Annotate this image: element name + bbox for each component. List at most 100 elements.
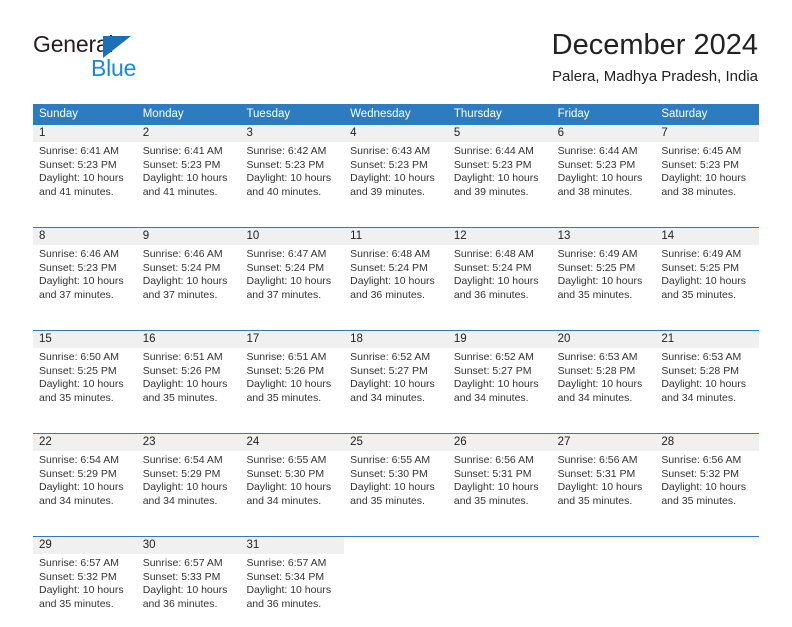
day-number[interactable]: 8 bbox=[33, 228, 137, 245]
daylight-text-line1: Daylight: 10 hours bbox=[246, 172, 332, 185]
day-number[interactable]: 4 bbox=[344, 125, 448, 142]
day-number[interactable]: 24 bbox=[240, 434, 344, 451]
day-cell[interactable]: Sunrise: 6:52 AM Sunset: 5:27 PM Daylight:… bbox=[448, 348, 552, 421]
day-cell[interactable]: Sunrise: 6:57 AM Sunset: 5:34 PM Daylight:… bbox=[240, 554, 344, 627]
day-cell[interactable]: Sunrise: 6:55 AM Sunset: 5:30 PM Daylight:… bbox=[240, 451, 344, 524]
day-cell[interactable]: Sunrise: 6:46 AM Sunset: 5:23 PM Daylight:… bbox=[33, 245, 137, 318]
day-cell[interactable]: Sunrise: 6:54 AM Sunset: 5:29 PM Daylight:… bbox=[33, 451, 137, 524]
logo-text-blue: Blue bbox=[91, 55, 137, 81]
day-number[interactable]: 21 bbox=[655, 331, 759, 348]
weekday-header-tuesday: Tuesday bbox=[246, 108, 291, 120]
daylight-text-line1: Daylight: 10 hours bbox=[453, 481, 539, 494]
daylight-text-line2: and 35 minutes. bbox=[557, 288, 633, 301]
day-cell[interactable]: Sunrise: 6:53 AM Sunset: 5:28 PM Daylight:… bbox=[552, 348, 656, 421]
page-subtitle: Palera, Madhya Pradesh, India bbox=[552, 68, 758, 85]
day-cell[interactable]: Sunrise: 6:45 AM Sunset: 5:23 PM Daylight:… bbox=[655, 142, 759, 215]
day-number[interactable]: 18 bbox=[344, 331, 448, 348]
day-number[interactable]: 23 bbox=[137, 434, 241, 451]
day-cell[interactable]: Sunrise: 6:49 AM Sunset: 5:25 PM Daylight:… bbox=[655, 245, 759, 318]
day-cell[interactable]: Sunrise: 6:42 AM Sunset: 5:23 PM Daylight:… bbox=[240, 142, 344, 215]
day-cell[interactable]: Sunrise: 6:51 AM Sunset: 5:26 PM Daylight:… bbox=[137, 348, 241, 421]
day-number[interactable]: 1 bbox=[33, 125, 137, 142]
day-cell[interactable]: Sunrise: 6:51 AM Sunset: 5:26 PM Daylight:… bbox=[240, 348, 344, 421]
day-cell[interactable]: Sunrise: 6:41 AM Sunset: 5:23 PM Daylight:… bbox=[33, 142, 137, 215]
week-spacer bbox=[33, 524, 759, 536]
sunset-text: Sunset: 5:27 PM bbox=[350, 364, 428, 377]
day-number[interactable]: 17 bbox=[240, 331, 344, 348]
day-cell[interactable]: Sunrise: 6:54 AM Sunset: 5:29 PM Daylight:… bbox=[137, 451, 241, 524]
day-number-empty bbox=[551, 537, 656, 554]
daylight-text-line1: Daylight: 10 hours bbox=[453, 378, 539, 391]
daylight-text-line1: Daylight: 10 hours bbox=[39, 275, 124, 288]
day-cell[interactable]: Sunrise: 6:44 AM Sunset: 5:23 PM Daylight:… bbox=[448, 142, 552, 215]
sunrise-text: Sunrise: 6:56 AM bbox=[661, 454, 742, 466]
day-cell[interactable]: Sunrise: 6:56 AM Sunset: 5:31 PM Daylight:… bbox=[552, 451, 656, 524]
sunset-text: Sunset: 5:26 PM bbox=[246, 364, 325, 377]
day-number[interactable]: 13 bbox=[552, 228, 656, 245]
day-number[interactable]: 16 bbox=[137, 331, 241, 348]
sunset-text: Sunset: 5:32 PM bbox=[39, 570, 117, 583]
day-number[interactable]: 7 bbox=[655, 125, 759, 142]
sunset-text: Sunset: 5:24 PM bbox=[142, 261, 221, 274]
day-cell[interactable]: Sunrise: 6:43 AM Sunset: 5:23 PM Daylight:… bbox=[344, 142, 448, 215]
day-cell[interactable]: Sunrise: 6:49 AM Sunset: 5:25 PM Daylight:… bbox=[552, 245, 656, 318]
day-number[interactable]: 19 bbox=[448, 331, 552, 348]
generalblue-logo[interactable]: General Blue bbox=[33, 31, 213, 83]
day-cell[interactable]: Sunrise: 6:55 AM Sunset: 5:30 PM Daylight:… bbox=[344, 451, 448, 524]
daylight-text-line2: and 37 minutes. bbox=[142, 288, 218, 301]
daylight-text-line2: and 35 minutes. bbox=[142, 391, 218, 404]
day-number[interactable]: 2 bbox=[137, 125, 241, 142]
sunset-text: Sunset: 5:25 PM bbox=[39, 364, 117, 377]
daylight-text-line2: and 35 minutes. bbox=[661, 494, 737, 507]
day-cell[interactable]: Sunrise: 6:48 AM Sunset: 5:24 PM Daylight:… bbox=[448, 245, 552, 318]
calendar-weeks: 1 2 3 4 5 6 7 Sunrise: 6:41 AM Sunset: 5:23 PM Da… bbox=[33, 124, 760, 627]
day-number[interactable]: 22 bbox=[33, 434, 137, 451]
day-number[interactable]: 6 bbox=[552, 125, 656, 142]
daylight-text-line1: Daylight: 10 hours bbox=[453, 275, 539, 288]
day-cell[interactable]: Sunrise: 6:41 AM Sunset: 5:23 PM Daylight:… bbox=[137, 142, 241, 215]
sunset-text: Sunset: 5:28 PM bbox=[557, 364, 636, 377]
day-number[interactable]: 20 bbox=[552, 331, 656, 348]
day-cell[interactable]: Sunrise: 6:56 AM Sunset: 5:31 PM Daylight:… bbox=[448, 451, 552, 524]
sunrise-text: Sunrise: 6:43 AM bbox=[350, 145, 431, 157]
day-number[interactable]: 28 bbox=[655, 434, 759, 451]
day-number[interactable]: 26 bbox=[448, 434, 552, 451]
sunrise-text: Sunrise: 6:57 AM bbox=[142, 557, 223, 569]
day-cell[interactable]: Sunrise: 6:47 AM Sunset: 5:24 PM Daylight:… bbox=[240, 245, 344, 318]
daylight-text-line1: Daylight: 10 hours bbox=[661, 378, 746, 391]
day-cell[interactable]: Sunrise: 6:57 AM Sunset: 5:33 PM Daylight:… bbox=[137, 554, 241, 627]
day-number[interactable]: 31 bbox=[240, 537, 344, 554]
day-cell[interactable]: Sunrise: 6:48 AM Sunset: 5:24 PM Daylight:… bbox=[344, 245, 448, 318]
sunset-text: Sunset: 5:26 PM bbox=[142, 364, 221, 377]
daylight-text-line2: and 34 minutes. bbox=[453, 391, 529, 404]
daylight-text-line1: Daylight: 10 hours bbox=[557, 275, 643, 288]
day-number[interactable]: 27 bbox=[552, 434, 656, 451]
day-number[interactable]: 11 bbox=[344, 228, 448, 245]
day-cell[interactable]: Sunrise: 6:52 AM Sunset: 5:27 PM Daylight:… bbox=[344, 348, 448, 421]
day-cell[interactable]: Sunrise: 6:57 AM Sunset: 5:32 PM Daylight:… bbox=[33, 554, 137, 627]
day-cell[interactable]: Sunrise: 6:44 AM Sunset: 5:23 PM Daylight:… bbox=[552, 142, 656, 215]
day-number[interactable]: 10 bbox=[240, 228, 344, 245]
day-number[interactable]: 30 bbox=[137, 537, 241, 554]
day-number[interactable]: 12 bbox=[448, 228, 552, 245]
sunset-text: Sunset: 5:31 PM bbox=[557, 467, 636, 480]
sunset-text: Sunset: 5:31 PM bbox=[453, 467, 532, 480]
daylight-text-line1: Daylight: 10 hours bbox=[142, 378, 228, 391]
day-cell[interactable]: Sunrise: 6:56 AM Sunset: 5:32 PM Daylight:… bbox=[655, 451, 759, 524]
sunset-text: Sunset: 5:23 PM bbox=[453, 158, 532, 171]
day-number[interactable]: 14 bbox=[655, 228, 759, 245]
day-cell[interactable]: Sunrise: 6:50 AM Sunset: 5:25 PM Daylight:… bbox=[33, 348, 137, 421]
daylight-text-line1: Daylight: 10 hours bbox=[39, 481, 124, 494]
day-cell[interactable]: Sunrise: 6:53 AM Sunset: 5:28 PM Daylight:… bbox=[655, 348, 759, 421]
sunrise-text: Sunrise: 6:48 AM bbox=[453, 248, 534, 260]
day-number[interactable]: 5 bbox=[448, 125, 552, 142]
day-number[interactable]: 29 bbox=[33, 537, 137, 554]
day-number[interactable]: 9 bbox=[137, 228, 241, 245]
day-number[interactable]: 3 bbox=[240, 125, 344, 142]
day-number[interactable]: 25 bbox=[344, 434, 448, 451]
day-cell[interactable]: Sunrise: 6:46 AM Sunset: 5:24 PM Daylight:… bbox=[137, 245, 241, 318]
sunset-text: Sunset: 5:23 PM bbox=[350, 158, 428, 171]
daylight-text-line2: and 36 minutes. bbox=[453, 288, 529, 301]
day-number[interactable]: 15 bbox=[33, 331, 137, 348]
calendar-week-row: 1 2 3 4 5 6 7 Sunrise: 6:41 AM Sunset: 5:23 PM Da… bbox=[33, 124, 759, 215]
